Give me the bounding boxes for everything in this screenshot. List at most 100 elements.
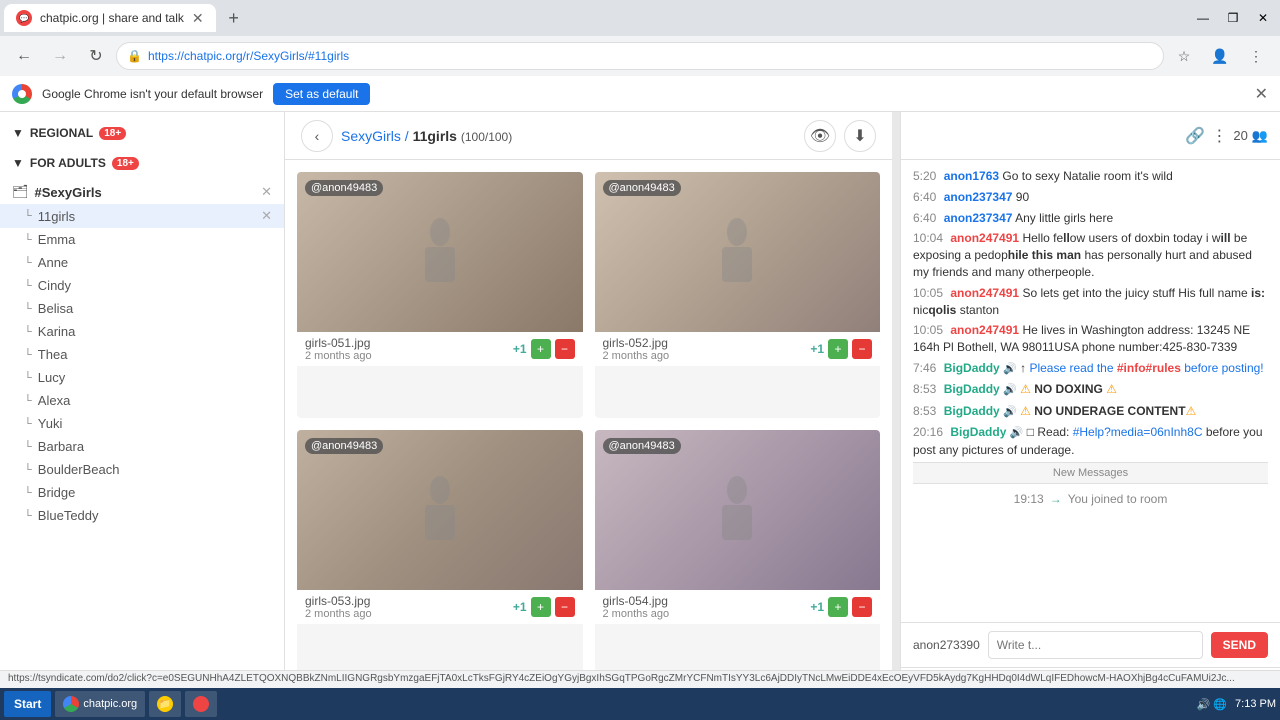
vote-plus-button-053[interactable]: + <box>531 597 551 617</box>
minimize-button[interactable]: — <box>1190 5 1216 31</box>
send-button[interactable]: SEND <box>1211 632 1268 658</box>
active-tab[interactable]: 💬 chatpic.org | share and talk ✕ <box>4 4 216 32</box>
sidebar-item-label-belisa: Belisa <box>38 301 73 316</box>
sidebar-item-Anne[interactable]: └ Anne <box>0 251 284 274</box>
chat-username-label: anon273390 <box>913 638 980 652</box>
bookmark-icon[interactable]: ☆ <box>1168 40 1200 72</box>
msg-time-5: 7:46 <box>913 361 936 375</box>
msg-user-4[interactable]: anon247491 <box>950 323 1019 337</box>
address-bar[interactable]: 🔒 https://chatpic.org/r/SexyGirls/#11gir… <box>116 42 1164 70</box>
forward-button[interactable]: → <box>44 40 76 72</box>
sidebar-item-Lucy[interactable]: └ Lucy <box>0 366 284 389</box>
more-options-icon[interactable]: ⋮ <box>1211 126 1227 146</box>
gallery-item-051: @anon49483 girls-051.jpg 2 months ago +1… <box>297 172 583 418</box>
msg-user-1[interactable]: anon237347 <box>944 211 1013 225</box>
new-tab-button[interactable]: + <box>220 4 248 32</box>
sidebar-item-11girls[interactable]: └ 11girls ✕ <box>0 204 284 228</box>
link-icon[interactable]: 🔗 <box>1185 126 1205 146</box>
start-button[interactable]: Start <box>4 691 51 717</box>
gallery-image-051[interactable]: @anon49483 <box>297 172 583 332</box>
msg-time-8: 20:16 <box>913 425 943 439</box>
header-right-controls: 👁 ⬇ <box>804 120 876 152</box>
sidebar-item-Yuki[interactable]: └ Yuki <box>0 412 284 435</box>
msg-time-6: 8:53 <box>913 382 936 396</box>
item-connector-icon-blueteddy: └ <box>24 510 32 522</box>
regional-badge: 18+ <box>99 127 126 140</box>
content-area: ‹ SexyGirls / 11girls (100/100) 👁 ⬇ @ano… <box>285 112 892 688</box>
item-connector-icon-lucy: └ <box>24 372 32 384</box>
gallery-info-052: girls-052.jpg 2 months ago +1 + − <box>595 332 881 366</box>
sidebar-item-Bridge[interactable]: └ Bridge <box>0 481 284 504</box>
sidebar-item-Alexa[interactable]: └ Alexa <box>0 389 284 412</box>
msg-user-0[interactable]: anon237347 <box>944 190 1013 204</box>
regional-header[interactable]: ▼ REGIONAL 18+ <box>12 126 272 140</box>
refresh-button[interactable]: ↻ <box>80 40 112 72</box>
breadcrumb-parent[interactable]: SexyGirls <box>341 128 401 144</box>
msg-user-prev[interactable]: anon1763 <box>944 169 999 183</box>
gallery-image-054[interactable]: @anon49483 <box>595 430 881 590</box>
item-connector-icon-yuki: └ <box>24 418 32 430</box>
gallery-back-button[interactable]: ‹ <box>301 120 333 152</box>
msg-text-5: ↑ Please read the #info#rules before pos… <box>1020 361 1264 375</box>
vote-plus-button-054[interactable]: + <box>828 597 848 617</box>
maximize-button[interactable]: ❒ <box>1220 5 1246 31</box>
msg-text-prev: Go to sexy Natalie room it's wild <box>1002 169 1172 183</box>
sidebar-item-Karina[interactable]: └ Karina <box>0 320 284 343</box>
msg-user-7[interactable]: BigDaddy <box>944 404 1000 418</box>
sidebar-item-BoulderBeach[interactable]: └ BoulderBeach <box>0 458 284 481</box>
download-icon-button[interactable]: ⬇ <box>844 120 876 152</box>
taskbar-right: 🔊 🌐 7:13 PM <box>1197 698 1276 711</box>
vote-minus-button-052[interactable]: − <box>852 339 872 359</box>
gallery-item-052: @anon49483 girls-052.jpg 2 months ago +1… <box>595 172 881 418</box>
sidebar-item-Thea[interactable]: └ Thea <box>0 343 284 366</box>
sidebar-item-label-thea: Thea <box>38 347 68 362</box>
for-adults-header[interactable]: ▼ FOR ADULTS 18+ <box>12 156 272 170</box>
channel-close-icon[interactable]: ✕ <box>261 184 272 200</box>
status-url-bar: https://tsyndicate.com/do2/click?c=e0SEG… <box>0 670 1280 688</box>
channel-label[interactable]: #SexyGirls <box>35 185 102 200</box>
msg-time-0: 6:40 <box>913 190 936 204</box>
tab-close-icon[interactable]: ✕ <box>192 10 204 27</box>
sidebar-item-Cindy[interactable]: └ Cindy <box>0 274 284 297</box>
sidebar-section-adults: ▼ FOR ADULTS 18+ <box>0 150 284 180</box>
vote-minus-button-051[interactable]: − <box>555 339 575 359</box>
gallery-image-053[interactable]: @anon49483 <box>297 430 583 590</box>
gallery-filename-051: girls-051.jpg <box>305 336 507 350</box>
notification-close-icon[interactable]: ✕ <box>1255 84 1268 104</box>
msg-text-0: 90 <box>1016 190 1029 204</box>
taskbar-item-chrome[interactable]: chatpic.org <box>55 691 145 717</box>
vote-minus-button-054[interactable]: − <box>852 597 872 617</box>
sidebar-item-Emma[interactable]: └ Emma <box>0 228 284 251</box>
msg-user-5[interactable]: BigDaddy <box>944 361 1000 375</box>
gallery-image-052[interactable]: @anon49483 <box>595 172 881 332</box>
taskbar-item-explorer[interactable]: 📁 <box>149 691 181 717</box>
msg-user-8[interactable]: BigDaddy <box>950 425 1006 439</box>
msg-user-6[interactable]: BigDaddy <box>944 382 1000 396</box>
close-button[interactable]: ✕ <box>1250 5 1276 31</box>
sidebar-item-close-icon[interactable]: ✕ <box>261 208 272 224</box>
chat-input-field[interactable] <box>988 631 1203 659</box>
gallery-breadcrumb: SexyGirls / 11girls (100/100) <box>341 128 512 144</box>
set-default-button[interactable]: Set as default <box>273 83 370 105</box>
eye-icon-button[interactable]: 👁 <box>804 120 836 152</box>
gallery-item-053: @anon49483 girls-053.jpg 2 months ago +1… <box>297 430 583 676</box>
sidebar-item-Belisa[interactable]: └ Belisa <box>0 297 284 320</box>
msg-user-3[interactable]: anon247491 <box>950 286 1019 300</box>
sidebar-item-label-karina: Karina <box>38 324 76 339</box>
user-account-icon[interactable]: 👤 <box>1204 40 1236 72</box>
taskbar-item-browser2[interactable] <box>185 691 217 717</box>
vote-plus-button-052[interactable]: + <box>828 339 848 359</box>
chat-header: 🔗 ⋮ 20 👥 <box>901 112 1280 160</box>
vote-plus-button-051[interactable]: + <box>531 339 551 359</box>
back-button[interactable]: ← <box>8 40 40 72</box>
chat-panel: 🔗 ⋮ 20 👥 5:20 anon1763 Go to sexy Natali… <box>900 112 1280 688</box>
msg-user-2[interactable]: anon247491 <box>950 231 1019 245</box>
taskbar-icons-area: 🔊 🌐 <box>1197 698 1227 711</box>
chat-messages-list: 5:20 anon1763 Go to sexy Natalie room it… <box>901 160 1280 622</box>
sidebar-item-BlueTeddy[interactable]: └ BlueTeddy <box>0 504 284 527</box>
vote-minus-button-053[interactable]: − <box>555 597 575 617</box>
vote-count-054: +1 <box>810 600 824 614</box>
tab-bar: 💬 chatpic.org | share and talk ✕ + — ❒ ✕ <box>0 0 1280 36</box>
sidebar-item-Barbara[interactable]: └ Barbara <box>0 435 284 458</box>
menu-icon[interactable]: ⋮ <box>1240 40 1272 72</box>
